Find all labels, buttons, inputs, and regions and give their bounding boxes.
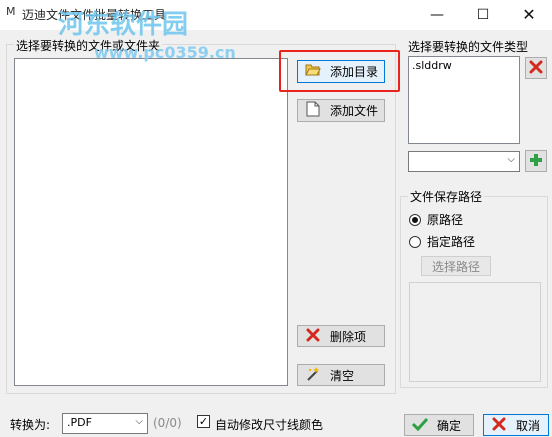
file-type-list[interactable]: .slddrw (408, 56, 520, 144)
radio-unselected[interactable] (409, 235, 421, 248)
add-file-label: 添加文件 (329, 104, 378, 118)
original-path-option[interactable]: 原路径 (409, 211, 463, 228)
app-icon: M (6, 5, 16, 18)
cancel-label: 取消 (516, 418, 541, 433)
green-plus-icon (529, 153, 543, 170)
convert-to-label: 转换为: (10, 418, 51, 432)
clear-button[interactable]: 清空 (297, 364, 385, 386)
delete-item-button[interactable]: 删除项 (297, 325, 385, 347)
radio-selected[interactable] (409, 213, 421, 226)
specified-path-option[interactable]: 指定路径 (409, 233, 475, 250)
chevron-down-icon: ⌵ (135, 416, 143, 427)
progress-count: (0/0) (153, 416, 182, 430)
clear-label: 清空 (330, 368, 355, 383)
convert-format-value: .PDF (67, 416, 92, 429)
original-path-label: 原路径 (427, 213, 464, 227)
file-type-item[interactable]: .slddrw (412, 59, 516, 72)
auto-modify-label: 自动修改尺寸线颜色 (215, 418, 324, 432)
checkmark-icon: ✓ (198, 415, 209, 428)
file-type-label: 选择要转换的文件类型 (408, 40, 529, 54)
ok-label: 确定 (437, 418, 462, 433)
add-file-button[interactable]: 添加文件 (297, 99, 385, 122)
watermark-title: 河东软件园 (58, 10, 189, 40)
watermark-url: www.pc0359.cn (94, 43, 236, 62)
ok-button[interactable]: 确定 (404, 414, 474, 436)
red-x-icon (490, 417, 508, 434)
red-x-icon (304, 328, 322, 345)
file-type-combo[interactable]: ⌵ (408, 151, 520, 172)
maximize-button[interactable]: ☐ (460, 0, 506, 30)
highlight-box (279, 50, 400, 92)
convert-format-combo[interactable]: .PDF ⌵ (62, 413, 148, 434)
remove-type-button[interactable] (525, 57, 547, 79)
minimize-button[interactable]: — (414, 0, 460, 30)
save-path-group-label: 文件保存路径 (408, 188, 485, 205)
magic-wand-icon (304, 366, 322, 385)
chevron-down-icon: ⌵ (507, 154, 515, 165)
choose-path-button[interactable]: 选择路径 (421, 256, 491, 276)
red-x-icon (529, 60, 543, 77)
close-button[interactable]: ✕ (506, 0, 552, 30)
specified-path-label: 指定路径 (427, 235, 476, 249)
add-type-button[interactable] (525, 150, 547, 172)
path-display-box (409, 282, 541, 382)
auto-modify-checkbox[interactable]: ✓ (197, 415, 210, 428)
green-check-icon (411, 417, 429, 434)
file-icon (304, 101, 322, 120)
file-list[interactable] (14, 58, 288, 386)
delete-item-label: 删除项 (330, 329, 367, 344)
cancel-button[interactable]: 取消 (483, 414, 549, 436)
